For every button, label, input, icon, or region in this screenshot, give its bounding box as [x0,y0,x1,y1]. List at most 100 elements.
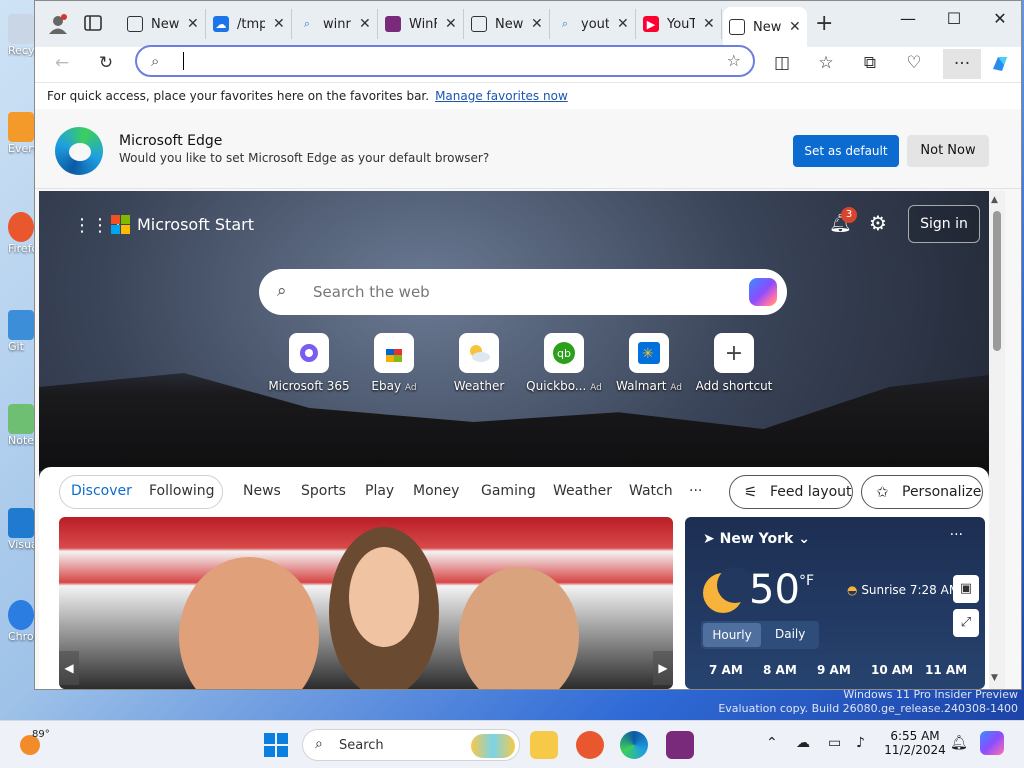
weather-location[interactable]: ➤ New York ⌄ [703,531,810,547]
hero-news-image[interactable]: ◀ ▶ [59,517,673,689]
desktop-icon-recycle-bin[interactable]: Recycle Bin [8,14,34,70]
shortcut-quickbooks[interactable]: qb Quickbo... Ad [522,333,606,393]
winrar-taskbar-icon[interactable] [666,731,694,759]
show-hidden-icons-chevron-icon[interactable]: ⌃ [766,735,778,751]
page-scrollbar[interactable]: ▲ ▼ [989,191,1005,689]
more-tabs-button[interactable]: ··· [689,483,702,499]
close-icon[interactable]: ✕ [617,16,629,32]
newtab-favicon [729,19,745,35]
start-button[interactable] [264,733,288,757]
close-window-button[interactable]: ✕ [977,9,1021,28]
shortcut-walmart[interactable]: ✳ Walmart Ad [607,333,691,393]
tab-play[interactable]: Play [365,483,394,499]
gear-icon[interactable]: ⚙ [869,211,887,235]
back-button[interactable]: ← [49,53,75,73]
collections-button[interactable]: ⧉ [857,53,883,73]
desktop-icon-notepad[interactable]: Notepad [8,404,34,460]
copilot-icon[interactable] [749,278,777,306]
desktop-icon-chrome[interactable]: Chrome [8,600,34,656]
tab-discover[interactable]: Discover [71,483,132,499]
close-icon[interactable]: ✕ [359,16,371,32]
tab-new-active[interactable]: New ✕ [723,7,807,47]
weather-forecast-toggle: Hourly Daily [701,621,819,649]
expand-icon[interactable]: ⤢ [953,609,979,637]
manage-favorites-link[interactable]: Manage favorites now [435,89,568,103]
tab-watch[interactable]: Watch [629,483,673,499]
maximize-button[interactable]: ☐ [931,9,977,28]
firefox-taskbar-icon[interactable] [576,731,604,759]
carousel-next-button[interactable]: ▶ [653,651,673,685]
refresh-button[interactable]: ↻ [93,53,119,73]
new-tab-button[interactable]: + [815,11,833,36]
split-screen-button[interactable]: ◫ [769,53,795,73]
workspaces-icon[interactable] [83,13,105,35]
weather-map-button[interactable]: ▣ [953,575,979,603]
tab-winrar[interactable]: WinF ✕ [379,9,464,39]
scroll-down-arrow-icon[interactable]: ▼ [991,673,998,683]
sign-in-button[interactable]: Sign in [908,205,980,243]
shortcut-microsoft-365[interactable]: Microsoft 365 [267,333,351,393]
recycle-bin-icon [8,14,34,44]
more-options-icon[interactable]: ··· [950,527,963,543]
copilot-taskbar-icon[interactable] [980,731,1004,755]
desktop-icon-vscode[interactable]: Visual Studio Code [8,508,34,564]
close-icon[interactable]: ✕ [531,16,543,32]
close-icon[interactable]: ✕ [273,16,285,32]
desktop-icon-firefox[interactable]: Firefox [8,212,34,268]
shortcut-weather[interactable]: Weather [437,333,521,393]
sound-icon[interactable]: ♪ [856,735,865,751]
scrollbar-thumb[interactable] [993,211,1001,351]
scroll-up-arrow-icon[interactable]: ▲ [991,195,998,205]
copilot-button[interactable] [987,53,1013,80]
git-icon [8,310,34,340]
tab-news[interactable]: News [243,483,281,499]
carousel-prev-button[interactable]: ◀ [59,651,79,685]
weather-card[interactable]: ➤ New York ⌄ ··· 50 °F ◓ Sunrise 7:28 AM… [685,517,985,689]
tab-following[interactable]: Following [149,483,215,499]
tab-new-1[interactable]: New ✕ [121,9,206,39]
notification-bell-icon[interactable]: 🔔︎ [950,735,968,751]
minimize-button[interactable]: — [885,9,931,28]
tab-youtube[interactable]: ▶ YouT ✕ [637,9,722,39]
edge-taskbar-icon[interactable] [620,731,648,759]
feed-layout-button[interactable]: ⚟ Feed layout [729,475,853,509]
favorites-button[interactable]: ☆ [813,53,839,73]
close-icon[interactable]: ✕ [789,19,801,35]
taskbar-search[interactable]: ⌕ Search [302,729,520,761]
add-favorite-icon[interactable]: ☆ [727,51,741,70]
hour-label: 11 AM [925,663,968,677]
address-bar[interactable]: ⌕ ☆ [135,45,755,77]
tab-sports[interactable]: Sports [301,483,346,499]
set-as-default-button[interactable]: Set as default [793,135,899,167]
settings-more-button[interactable]: ··· [943,49,981,79]
file-explorer-icon[interactable] [530,731,558,759]
daily-tab[interactable]: Daily [775,627,805,641]
not-now-button[interactable]: Not Now [907,135,989,167]
tab-money[interactable]: Money [413,483,459,499]
clock[interactable]: 6:55 AM 11/2/2024 [884,729,946,757]
microsoft-365-icon [289,333,329,373]
shortcut-ebay[interactable]: Ebay Ad [352,333,436,393]
personalize-button[interactable]: ✩ Personalize [861,475,983,509]
tab-search-winr[interactable]: ⌕ winr ✕ [293,9,378,39]
shortcut-add[interactable]: + Add shortcut [692,333,776,393]
close-icon[interactable]: ✕ [187,16,199,32]
hourly-tab[interactable]: Hourly [703,623,761,647]
desktop-icon-everything[interactable]: Everything [8,112,34,168]
network-cloud-icon[interactable]: ☁ [796,735,810,751]
display-icon[interactable]: ▭ [828,735,841,751]
browser-essentials-button[interactable]: ♡ [901,53,927,73]
tab-search-youtube[interactable]: ⌕ yout ✕ [551,9,636,39]
close-icon[interactable]: ✕ [703,16,715,32]
desktop-icon-git[interactable]: Git [8,310,34,366]
start-page: ⋮⋮⋮ Microsoft Start 🔔︎ 3 ⚙ Sign in ⌕ Sea… [39,191,1005,689]
tab-weather[interactable]: Weather [553,483,612,499]
plus-icon: + [714,333,754,373]
tab-new-2[interactable]: New ✕ [465,9,550,39]
profile-icon[interactable] [47,13,69,35]
web-search-box[interactable]: ⌕ Search the web [259,269,787,315]
close-icon[interactable]: ✕ [445,16,457,32]
tab-gaming[interactable]: Gaming [481,483,536,499]
tab-tmp[interactable]: ☁ /tmp ✕ [207,9,292,39]
weather-icon [459,333,499,373]
